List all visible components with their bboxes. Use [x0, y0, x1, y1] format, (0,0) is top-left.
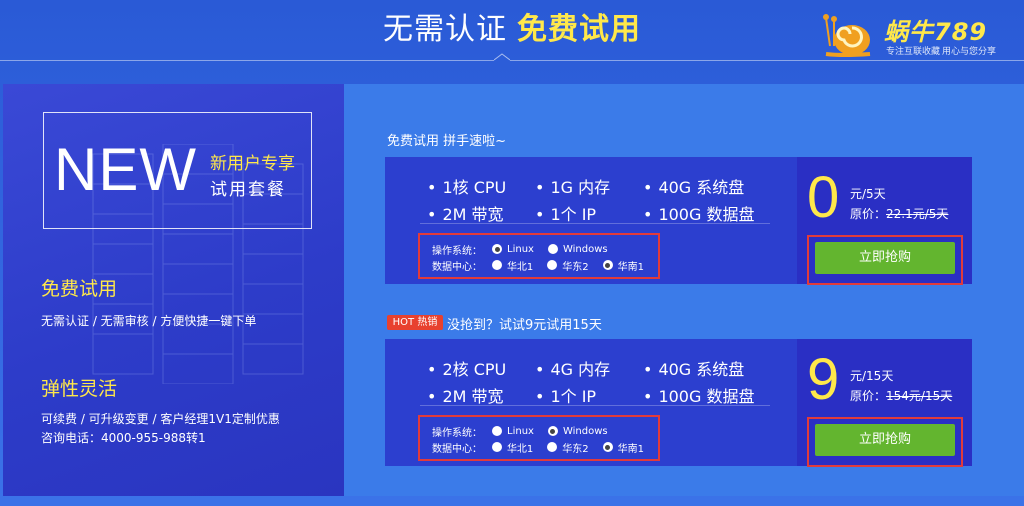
- plan-card-9yuan: 2核 CPU 4G 内存 40G 系统盘 2M 带宽 1个 IP 100G 数据…: [385, 339, 972, 467]
- radio-label: 华东2: [562, 443, 589, 455]
- plan-card-free: 1核 CPU 1G 内存 40G 系统盘 2M 带宽 1个 IP 100G 数据…: [385, 157, 972, 285]
- divider: [420, 405, 770, 406]
- os-row: 操作系统： Linux Windows: [432, 242, 622, 257]
- dc-radio-south1[interactable]: 华南1: [602, 258, 644, 273]
- radio-label: 华南1: [617, 443, 644, 455]
- price-area: 0 元/5天 原价：22.1元/5天 立即抢购: [797, 157, 972, 285]
- dc-radio-north1[interactable]: 华北1: [491, 258, 534, 273]
- radio-checked-icon: [547, 426, 558, 436]
- spec-ip: 1个 IP: [535, 201, 596, 225]
- datacenter-row: 数据中心： 华北1 华东2 华南1: [432, 440, 658, 455]
- price-unit: 元/15天: [850, 369, 894, 383]
- dc-radio-east2[interactable]: 华东2: [547, 258, 589, 273]
- snail-logo-icon: [823, 14, 871, 57]
- radio-label: 华南1: [617, 261, 644, 273]
- header-divider-right: [510, 60, 1024, 61]
- header-notch-icon: [494, 53, 510, 61]
- os-row: 操作系统： Linux Windows: [432, 424, 622, 439]
- spec-system-disk: 40G 系统盘: [643, 174, 744, 198]
- radio-label: 华北1: [506, 443, 534, 455]
- consult-phone: 咨询电话：4000-955-988转1: [41, 431, 206, 445]
- os-radio-linux[interactable]: Linux: [492, 244, 534, 255]
- hot-badge: HOT 热销: [387, 315, 443, 330]
- original-price-value: 22.1元/5天: [886, 207, 949, 221]
- radio-label: 华北1: [506, 261, 534, 273]
- radio-unchecked-icon: [547, 442, 558, 452]
- feature-flexible-title: 弹性灵活: [41, 378, 118, 400]
- radio-unchecked-icon: [491, 442, 502, 452]
- trial-package: 试用套餐: [210, 180, 286, 200]
- dc-radio-south1[interactable]: 华南1: [602, 440, 644, 455]
- logo-slogan-1: 专注互联收藏: [886, 47, 941, 57]
- new-user-box: NEW 新用户专享 试用套餐: [43, 112, 312, 229]
- radio-checked-icon: [492, 244, 502, 254]
- price-value: 0: [807, 165, 840, 230]
- feature-flexible-text: 可续费 / 可升级变更 / 客户经理1V1定制优惠: [41, 412, 280, 426]
- radio-checked-icon: [602, 442, 613, 452]
- os-label: 操作系统：: [432, 245, 482, 257]
- radio-label: 华东2: [562, 261, 589, 273]
- header-divider-left: [0, 60, 494, 61]
- title-part-1: 无需认证: [383, 12, 507, 47]
- spec-cpu: 2核 CPU: [427, 356, 506, 380]
- buy-now-button[interactable]: 立即抢购: [815, 424, 955, 456]
- spec-memory: 1G 内存: [535, 174, 610, 198]
- logo-text: 蜗牛789: [884, 18, 988, 46]
- price-value: 9: [807, 347, 840, 412]
- price-unit: 元/5天: [850, 187, 886, 201]
- os-label: 操作系统：: [432, 427, 482, 439]
- spec-bandwidth: 2M 带宽: [427, 201, 503, 225]
- buy-highlight: 立即抢购: [807, 417, 963, 467]
- spec-data-disk: 100G 数据盘: [643, 383, 754, 407]
- feature-free-trial-text: 无需认证 / 无需审核 / 方便快捷一键下单: [41, 314, 257, 328]
- feature-free-trial-title: 免费试用: [41, 278, 118, 300]
- radio-checked-icon: [602, 260, 613, 270]
- title-part-2: 免费试用: [517, 12, 641, 47]
- new-label: NEW: [54, 136, 197, 203]
- original-price-label: 原价：: [850, 207, 887, 221]
- os-radio-windows[interactable]: Windows: [547, 243, 608, 255]
- section-paid-trial-label: 没抢到？试试9元试用15天: [447, 318, 602, 333]
- original-price-value: 154元/15天: [886, 389, 953, 403]
- radio-unchecked-icon: [491, 260, 502, 270]
- datacenter-label: 数据中心：: [432, 261, 482, 273]
- radio-label: Linux: [507, 425, 534, 437]
- radio-label: Windows: [562, 425, 608, 437]
- original-price: 原价：22.1元/5天: [850, 205, 948, 222]
- plan-specs: 1核 CPU 1G 内存 40G 系统盘 2M 带宽 1个 IP 100G 数据…: [385, 157, 794, 284]
- buy-highlight: 立即抢购: [807, 235, 963, 285]
- divider: [420, 223, 770, 224]
- spec-bandwidth: 2M 带宽: [427, 383, 503, 407]
- promo-panel: NEW 新用户专享 试用套餐 免费试用 无需认证 / 无需审核 / 方便快捷一键…: [3, 84, 344, 496]
- spec-memory: 4G 内存: [535, 356, 610, 380]
- spec-cpu: 1核 CPU: [427, 174, 506, 198]
- radio-unchecked-icon: [547, 260, 558, 270]
- radio-unchecked-icon: [492, 426, 502, 436]
- spec-system-disk: 40G 系统盘: [643, 356, 744, 380]
- dc-radio-east2[interactable]: 华东2: [547, 440, 589, 455]
- os-radio-windows[interactable]: Windows: [547, 425, 608, 437]
- original-price: 原价：154元/15天: [850, 387, 952, 404]
- options-box: 操作系统： Linux Windows 数据中心： 华北1 华东2 华南1: [418, 233, 660, 279]
- buy-now-button[interactable]: 立即抢购: [815, 242, 955, 274]
- plan-specs: 2核 CPU 4G 内存 40G 系统盘 2M 带宽 1个 IP 100G 数据…: [385, 339, 794, 466]
- price-area: 9 元/15天 原价：154元/15天 立即抢购: [797, 339, 972, 467]
- dc-radio-north1[interactable]: 华北1: [491, 440, 534, 455]
- datacenter-label: 数据中心：: [432, 443, 482, 455]
- new-user-exclusive: 新用户专享: [210, 154, 295, 174]
- options-box: 操作系统： Linux Windows 数据中心： 华北1 华东2 华南1: [418, 415, 660, 461]
- spec-ip: 1个 IP: [535, 383, 596, 407]
- os-radio-linux[interactable]: Linux: [492, 426, 534, 437]
- radio-label: Windows: [562, 243, 608, 255]
- radio-unchecked-icon: [547, 244, 558, 254]
- original-price-label: 原价：: [850, 389, 887, 403]
- page-header: 无需认证 免费试用 蜗牛789 专注互联收藏 用心与您分享: [0, 0, 1024, 62]
- radio-label: Linux: [507, 243, 534, 255]
- spec-data-disk: 100G 数据盘: [643, 201, 754, 225]
- site-logo[interactable]: 蜗牛789 专注互联收藏 用心与您分享: [822, 10, 1018, 58]
- datacenter-row: 数据中心： 华北1 华东2 华南1: [432, 258, 658, 273]
- logo-slogan-2: 用心与您分享: [942, 47, 997, 57]
- section-free-trial-label: 免费试用 拼手速啦~: [387, 134, 507, 149]
